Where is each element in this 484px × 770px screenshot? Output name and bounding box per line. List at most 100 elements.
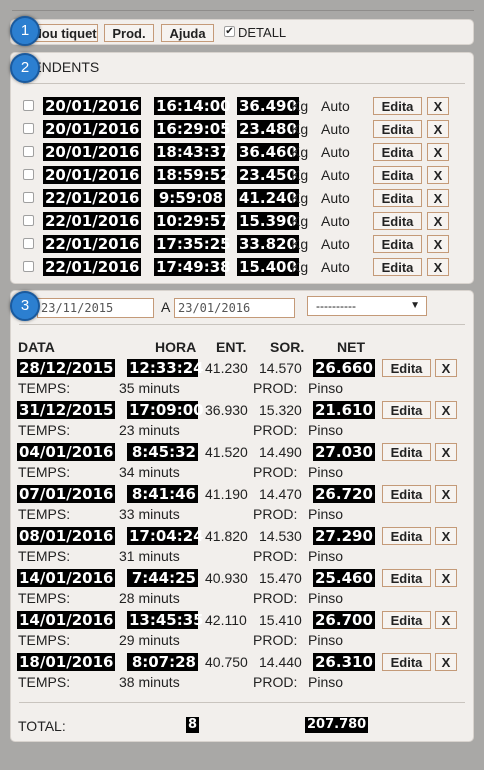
total-net: 207.780 bbox=[305, 717, 369, 733]
pending-row-unit: Kg bbox=[291, 213, 309, 229]
pending-row-weight: 41.240 bbox=[237, 189, 299, 207]
ticket-row-temps: 38 minuts bbox=[119, 674, 180, 690]
pending-row-edit-button[interactable]: Edita bbox=[373, 120, 422, 138]
pending-row-checkbox[interactable] bbox=[23, 146, 34, 157]
ticket-row-delete-button[interactable]: X bbox=[435, 527, 457, 545]
pending-row-edit-button[interactable]: Edita bbox=[373, 189, 422, 207]
pending-row-time: 18:43:37 bbox=[154, 143, 231, 161]
ticket-row-temps-label: TEMPS: bbox=[18, 632, 71, 648]
pending-row-weight: 15.400 bbox=[237, 258, 299, 276]
pending-row-date: 22/01/2016 bbox=[43, 212, 142, 230]
ticket-row-ent: 36.930 bbox=[205, 402, 248, 418]
ticket-row-time: 17:04:24 bbox=[127, 527, 204, 545]
ticket-row-temps: 29 minuts bbox=[119, 632, 180, 648]
ticket-row-delete-button[interactable]: X bbox=[435, 569, 457, 587]
pending-row-time: 18:59:52 bbox=[154, 166, 231, 184]
date-to-input[interactable]: 23/01/2016 bbox=[174, 298, 295, 318]
ticket-row-edit-button[interactable]: Edita bbox=[382, 611, 431, 629]
ticket-row-prod: Pinso bbox=[308, 548, 344, 564]
ticket-row-delete-button[interactable]: X bbox=[435, 401, 457, 419]
ticket-row-ent: 41.820 bbox=[205, 528, 248, 544]
pending-row-edit-button[interactable]: Edita bbox=[373, 143, 422, 161]
col-header-net: NET bbox=[337, 339, 365, 355]
ticket-row-ent: 40.750 bbox=[205, 654, 248, 670]
detail-label: DETALL bbox=[238, 25, 287, 40]
date-from-input[interactable]: 23/11/2015 bbox=[37, 298, 154, 318]
pending-row-date: 20/01/2016 bbox=[43, 143, 142, 161]
pending-row-weight: 23.480 bbox=[237, 120, 299, 138]
ticket-row-edit-button[interactable]: Edita bbox=[382, 485, 431, 503]
ticket-row-net: 25.460 bbox=[313, 569, 375, 587]
pending-row-edit-button[interactable]: Edita bbox=[373, 97, 422, 115]
ticket-row-temps-label: TEMPS: bbox=[18, 464, 71, 480]
ticket-row-temps-label: TEMPS: bbox=[18, 422, 71, 438]
ticket-row-prod-label: PROD: bbox=[253, 632, 298, 648]
ticket-row-sor: 15.320 bbox=[259, 402, 302, 418]
toolbar-panel: Nou tiquet Prod. Ajuda ✔ DETALL bbox=[10, 19, 474, 45]
pending-row-mode: Auto bbox=[321, 236, 350, 252]
pending-row-delete-button[interactable]: X bbox=[427, 143, 449, 161]
pending-row-edit-button[interactable]: Edita bbox=[373, 166, 422, 184]
pending-row-date: 22/01/2016 bbox=[43, 258, 142, 276]
ticket-row-delete-button[interactable]: X bbox=[435, 485, 457, 503]
tickets-panel: 23/11/2015 A 23/01/2016 ---------- ▼ DAT… bbox=[10, 290, 474, 742]
ticket-row-time: 8:45:32 bbox=[127, 443, 198, 461]
ticket-row-ent: 41.520 bbox=[205, 444, 248, 460]
pending-row-checkbox[interactable] bbox=[23, 261, 34, 272]
ticket-row-prod-label: PROD: bbox=[253, 674, 298, 690]
prod-button[interactable]: Prod. bbox=[104, 24, 154, 42]
pending-row-delete-button[interactable]: X bbox=[427, 189, 449, 207]
product-filter-value: ---------- bbox=[316, 299, 356, 313]
pending-row-delete-button[interactable]: X bbox=[427, 212, 449, 230]
ticket-row-temps-label: TEMPS: bbox=[18, 590, 71, 606]
ticket-row-delete-button[interactable]: X bbox=[435, 443, 457, 461]
help-button[interactable]: Ajuda bbox=[161, 24, 214, 42]
pending-row-checkbox[interactable] bbox=[23, 238, 34, 249]
pending-row-mode: Auto bbox=[321, 259, 350, 275]
ticket-row-delete-button[interactable]: X bbox=[435, 611, 457, 629]
pending-row-checkbox[interactable] bbox=[23, 123, 34, 134]
pending-row-delete-button[interactable]: X bbox=[427, 166, 449, 184]
pending-row-delete-button[interactable]: X bbox=[427, 235, 449, 253]
new-ticket-button[interactable]: Nou tiquet bbox=[31, 24, 98, 42]
ticket-row-temps-label: TEMPS: bbox=[18, 506, 71, 522]
product-filter-select[interactable]: ---------- ▼ bbox=[307, 296, 427, 316]
ticket-row-prod: Pinso bbox=[308, 632, 344, 648]
badge-2: 2 bbox=[10, 53, 40, 83]
ticket-row-sor: 14.570 bbox=[259, 360, 302, 376]
pending-row-checkbox[interactable] bbox=[23, 100, 34, 111]
pending-row-edit-button[interactable]: Edita bbox=[373, 258, 422, 276]
pending-row-checkbox[interactable] bbox=[23, 169, 34, 180]
pending-row-checkbox[interactable] bbox=[23, 192, 34, 203]
ticket-row-delete-button[interactable]: X bbox=[435, 359, 457, 377]
pending-row-delete-button[interactable]: X bbox=[427, 120, 449, 138]
ticket-row-edit-button[interactable]: Edita bbox=[382, 527, 431, 545]
ticket-row-edit-button[interactable]: Edita bbox=[382, 401, 431, 419]
pending-row-time: 17:35:25 bbox=[154, 235, 231, 253]
pending-row-date: 20/01/2016 bbox=[43, 120, 142, 138]
detail-checkbox[interactable]: ✔ bbox=[224, 26, 235, 37]
ticket-row-date: 18/01/2016 bbox=[17, 653, 116, 671]
ticket-row-edit-button[interactable]: Edita bbox=[382, 443, 431, 461]
pending-row-date: 20/01/2016 bbox=[43, 97, 142, 115]
ticket-row-edit-button[interactable]: Edita bbox=[382, 653, 431, 671]
ticket-row-edit-button[interactable]: Edita bbox=[382, 569, 431, 587]
badge-3: 3 bbox=[10, 291, 40, 321]
col-header-sor: SOR. bbox=[270, 339, 305, 355]
badge-1: 1 bbox=[10, 16, 40, 46]
pending-row-checkbox[interactable] bbox=[23, 215, 34, 226]
pending-row-date: 22/01/2016 bbox=[43, 189, 142, 207]
pending-row-time: 10:29:57 bbox=[154, 212, 231, 230]
ticket-row-temps: 33 minuts bbox=[119, 506, 180, 522]
pending-row-delete-button[interactable]: X bbox=[427, 97, 449, 115]
ticket-row-delete-button[interactable]: X bbox=[435, 653, 457, 671]
ticket-row-temps: 23 minuts bbox=[119, 422, 180, 438]
pending-row-edit-button[interactable]: Edita bbox=[373, 212, 422, 230]
ticket-row-prod-label: PROD: bbox=[253, 464, 298, 480]
ticket-row-net: 26.310 bbox=[313, 653, 375, 671]
pending-row-delete-button[interactable]: X bbox=[427, 258, 449, 276]
pending-row-time: 16:29:05 bbox=[154, 120, 231, 138]
pending-row-edit-button[interactable]: Edita bbox=[373, 235, 422, 253]
ticket-row-edit-button[interactable]: Edita bbox=[382, 359, 431, 377]
ticket-row-net: 26.720 bbox=[313, 485, 375, 503]
